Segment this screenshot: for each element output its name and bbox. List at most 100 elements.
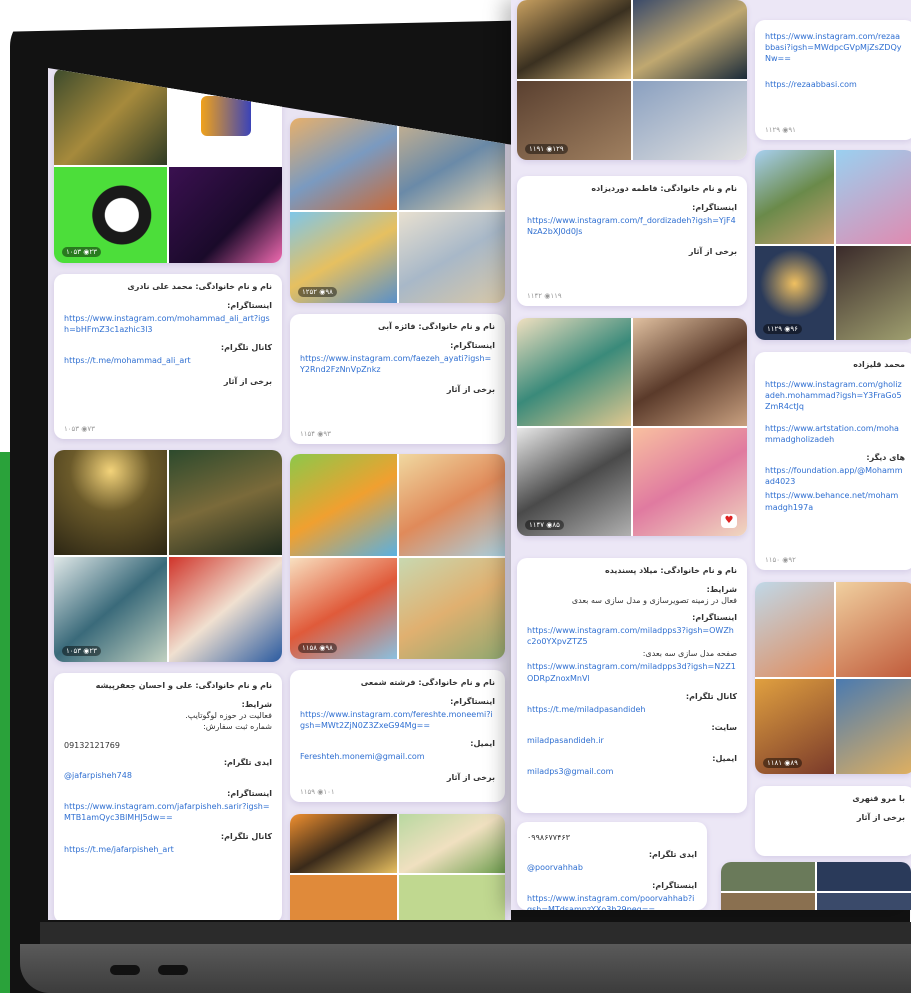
instagram-label: اینستاگرام:: [692, 613, 737, 622]
instagram-link[interactable]: https://www.instagram.com/rezaabbasi?igs…: [765, 31, 905, 65]
artwork-stats: ۱۱۹۱ ◉۱۲۹: [525, 144, 568, 154]
artstation-link[interactable]: https://www.artstation.com/mohammadgholi…: [765, 423, 905, 445]
instagram-link[interactable]: https://www.instagram.com/faezeh_ayati?i…: [300, 353, 495, 375]
phone-number[interactable]: ۰۹۹۸۶۷۷۴۶۳: [527, 833, 697, 842]
usb-port: [158, 965, 188, 975]
artist-card: محمد قلیزاده https://www.instagram.com/g…: [755, 352, 911, 570]
telegram-link[interactable]: https://t.me/jafarpisheh_art: [64, 844, 272, 855]
email-link[interactable]: miladps3@gmail.com: [527, 766, 737, 777]
artwork-tile: [836, 582, 911, 677]
artist-card: نام و نام خانوادگی: میلاد پسندیده شرایط:…: [517, 558, 747, 813]
phone-number[interactable]: 09132121769: [64, 741, 272, 750]
laptop-base: [20, 944, 911, 993]
artwork-grid[interactable]: ۱۱۲۹ ◉۹۶: [755, 150, 911, 340]
artist-card: با مرو قنهری برخی از آثار: [755, 786, 911, 856]
foundation-link[interactable]: https://foundation.app/@Mohammad4023: [765, 465, 905, 487]
telegram-id-label: ایدی تلگرام:: [648, 850, 697, 859]
telegram-link[interactable]: https://t.me/mohammad_ali_art: [64, 355, 272, 366]
artwork-stats: ۱۱۸۱ ◉۸۹: [763, 758, 802, 768]
artwork-grid[interactable]: ۱۱۴۷ ◉۸۵ ♥: [517, 318, 747, 536]
telegram-id-label: ایدی تلگرام:: [223, 758, 272, 767]
artwork-stats: ۱۰۵۳ ◉۲۳: [62, 247, 101, 257]
artwork-tile: [290, 875, 397, 920]
instagram-link[interactable]: https://www.instagram.com/poorvahhab?igs…: [527, 893, 697, 910]
telegram-id-link[interactable]: @poorvahhab: [527, 862, 697, 873]
artwork-tile: [290, 814, 397, 873]
artwork-tile: [398, 814, 505, 873]
heart-icon[interactable]: ♥: [721, 514, 737, 528]
card-stats: ۱۱۴۲ ◉۱۱۹: [527, 292, 562, 300]
artwork-tile: [755, 582, 834, 677]
feed-screen-right: ۱۱۹۱ ◉۱۲۹ نام و نام خانوادگی: فاطمه دورد…: [511, 0, 911, 910]
artwork-stats: ۱۰۵۳ ◉۲۳: [62, 646, 101, 656]
instagram-label: اینستاگرام:: [227, 789, 272, 799]
name-label: نام و نام خانوادگی:: [195, 681, 272, 690]
artist-card: ۰۹۹۸۶۷۷۴۶۳ ایدی تلگرام: @poorvahhab اینس…: [517, 822, 707, 910]
artist-card: نام و نام خانوادگی: فاطمه دوردیزاده اینس…: [517, 176, 747, 306]
instagram-link-3d[interactable]: https://www.instagram.com/miladpps3d?igs…: [527, 661, 737, 683]
artwork-tile: [398, 875, 505, 920]
artwork-tile: [517, 318, 631, 426]
name-label: نام و نام خانوادگی:: [418, 678, 495, 687]
artwork-tile: [169, 557, 282, 662]
artwork-tile: [517, 0, 631, 79]
artwork-tile: [836, 246, 911, 340]
artwork-tile: [633, 81, 747, 160]
card-stats: ۱۱۵۰ ◉۹۲: [765, 556, 796, 564]
artwork-grid[interactable]: ۱۲۵۲ ◉۹۸: [290, 118, 505, 303]
model-page-label: صفحه مدل سازی سه بعدی:: [642, 649, 737, 659]
artwork-grid[interactable]: ۱۱۵۸ ◉۹۸: [290, 454, 505, 659]
artwork-stats: ۱۱۴۷ ◉۸۵: [525, 520, 564, 530]
behance-link[interactable]: https://www.behance.net/mohammadgh197a: [765, 490, 905, 512]
artwork-stats: ۱۱۲۹ ◉۹۶: [763, 324, 802, 334]
instagram-link[interactable]: https://www.instagram.com/miladpps3?igsh…: [527, 625, 737, 647]
card-stats: ۱۰۵۳ ◉۷۳: [64, 425, 95, 433]
telegram-channel-label: کانال تلگرام:: [220, 343, 272, 353]
instagram-link[interactable]: https://www.instagram.com/mohammad_ali_a…: [64, 313, 272, 335]
instagram-label: اینستاگرام:: [692, 203, 737, 212]
more-works-label: برخی از آثار: [446, 385, 495, 395]
card-stats: ۱۱۵۴ ◉۹۳: [300, 430, 331, 438]
artwork-tile: [54, 450, 167, 555]
telegram-channel-label: کانال تلگرام:: [685, 691, 737, 701]
name-label: نام و نام خانوادگی:: [418, 322, 495, 331]
artwork-grid[interactable]: [290, 814, 505, 920]
artist-name: میلاد پسندیده: [604, 566, 658, 575]
telegram-channel-label: کانال تلگرام:: [220, 831, 272, 841]
artwork-tile: [817, 862, 911, 891]
site-link[interactable]: miladpasandideh.ir: [527, 735, 737, 746]
order-text: شماره ثبت سفارش:: [203, 722, 272, 731]
email-link[interactable]: Fereshteh.monemi@gmail.com: [300, 751, 495, 762]
instagram-link[interactable]: https://www.instagram.com/jafarpisheh.sa…: [64, 801, 272, 823]
telegram-link[interactable]: https://t.me/miladpasandideh: [527, 704, 737, 715]
artwork-grid[interactable]: ۱۱۸۱ ◉۸۹: [755, 582, 911, 774]
artwork-tile: [169, 166, 282, 263]
artwork-grid[interactable]: ۱۰۵۳ ◉۲۳: [54, 450, 282, 662]
artist-name: محمد قلیزاده: [853, 360, 905, 369]
instagram-label: اینستاگرام:: [227, 301, 272, 310]
site-link[interactable]: https://rezaabbasi.com: [765, 79, 905, 90]
artwork-tile: [398, 557, 505, 659]
artwork-tile: [398, 211, 505, 303]
artist-name: فائزه آبی: [377, 322, 416, 331]
artist-name: با مرو قنهری: [852, 794, 905, 803]
telegram-id-link[interactable]: @jafarpisheh748: [64, 770, 272, 781]
instagram-label: اینستاگرام:: [450, 697, 495, 706]
artwork-tile: [836, 150, 911, 244]
artwork-grid[interactable]: ۱۱۹۱ ◉۱۲۹: [517, 0, 747, 160]
artist-card: نام و نام خانوادگی: فائزه آبی اینستاگرام…: [290, 314, 505, 444]
artwork-grid[interactable]: [721, 862, 911, 910]
more-works-label: برخی از آثار: [223, 376, 272, 386]
email-label: ایمیل:: [712, 754, 737, 764]
instagram-link[interactable]: https://www.instagram.com/gholizadeh.moh…: [765, 379, 905, 413]
more-works-label: برخی از آثار: [856, 813, 905, 822]
artwork-tile: [290, 454, 397, 556]
name-label: نام و نام خانوادگی:: [195, 282, 272, 291]
instagram-link[interactable]: https://www.instagram.com/fereshte.monee…: [300, 709, 495, 731]
artist-card: نام و نام خانوادگی: محمد علی نادری اینست…: [54, 274, 282, 439]
instagram-link[interactable]: https://www.instagram.com/f_dordizadeh?i…: [527, 215, 737, 237]
artist-name: فرشته شمعی: [360, 678, 416, 687]
instagram-label: اینستاگرام:: [450, 341, 495, 350]
instagram-label: اینستاگرام:: [652, 881, 697, 891]
artist-name: علی و احسان جعفرپیشه: [95, 681, 193, 690]
